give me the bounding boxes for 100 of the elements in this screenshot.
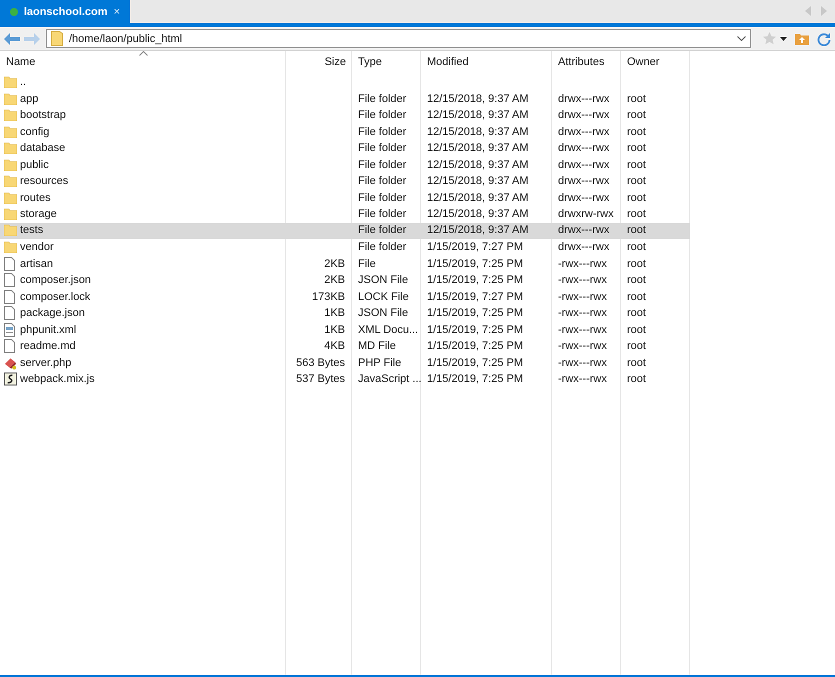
table-cell: drwx---rwx	[558, 241, 610, 254]
table-cell: 1KB	[324, 324, 345, 336]
table-cell: 1/15/2019, 7:25 PM	[427, 258, 524, 270]
table-cell: 1/15/2019, 7:25 PM	[427, 274, 524, 286]
refresh-icon[interactable]	[817, 32, 831, 46]
tab[interactable]: laonschool.com ×	[0, 0, 130, 23]
table-cell: root	[627, 208, 646, 220]
script-icon	[4, 372, 17, 386]
file-name[interactable]: package.json	[20, 307, 85, 320]
file-icon	[4, 339, 15, 354]
file-icon	[4, 306, 15, 320]
file-icon	[4, 290, 15, 304]
table-cell: 12/15/2018, 9:37 AM	[427, 175, 529, 188]
table-cell: drwx---rwx	[558, 175, 610, 188]
file-icon	[4, 256, 15, 271]
file-name[interactable]: composer.json	[20, 274, 91, 286]
file-name[interactable]: app	[20, 92, 38, 105]
table-cell: root	[627, 224, 646, 236]
table-cell: drwx---rwx	[558, 92, 610, 105]
table-cell: root	[627, 274, 646, 286]
table-cell: 12/15/2018, 9:37 AM	[427, 109, 529, 122]
file-name[interactable]: server.php	[20, 356, 72, 369]
table-cell: File folder	[358, 224, 406, 236]
file-name[interactable]: routes	[20, 192, 51, 204]
table-cell: -rwx---rwx	[558, 356, 607, 369]
table-cell: root	[627, 324, 646, 336]
table-cell: 12/15/2018, 9:37 AM	[427, 224, 529, 236]
selected-row-highlight[interactable]: tests File folder 12/15/2018, 9:37 AM drwx---rwx root	[0, 222, 690, 239]
table-cell: drwx---rwx	[558, 109, 610, 122]
table-cell: 1/15/2019, 7:25 PM	[427, 340, 524, 352]
table-cell: root	[627, 290, 646, 303]
table-cell: File folder	[358, 142, 406, 154]
column-header[interactable]: Type	[352, 56, 421, 68]
forward-icon[interactable]	[24, 32, 40, 44]
table-cell: root	[627, 142, 646, 154]
table-cell: root	[627, 192, 646, 204]
file-name[interactable]: storage	[20, 208, 57, 220]
table-cell: File	[358, 258, 376, 270]
table-cell: drwx---rwx	[558, 224, 610, 236]
table-cell: -rwx---rwx	[558, 290, 607, 303]
file-name[interactable]: vendor	[20, 241, 54, 254]
table-cell: JSON File	[358, 274, 408, 286]
dropdown-icon[interactable]	[737, 36, 746, 41]
path-text: /home/laon/public_html	[69, 32, 184, 44]
table-cell: 12/15/2018, 9:37 AM	[427, 92, 529, 105]
file-name[interactable]: database	[20, 142, 66, 154]
file-name[interactable]: public	[20, 158, 49, 171]
back-icon[interactable]	[4, 32, 20, 44]
file-name[interactable]: artisan	[20, 258, 54, 270]
file-name[interactable]: ..	[20, 76, 26, 88]
close-button[interactable]: ×	[114, 6, 120, 18]
tab-label: laonschool.com	[24, 6, 108, 18]
table-cell: 1/15/2019, 7:27 PM	[427, 290, 524, 303]
table-cell: -rwx---rwx	[558, 373, 607, 386]
file-icon	[4, 273, 15, 288]
table-cell: 12/15/2018, 9:37 AM	[427, 192, 529, 204]
file-name[interactable]: tests	[20, 224, 44, 236]
table-cell: 1/15/2019, 7:25 PM	[427, 307, 524, 320]
table-cell: root	[627, 109, 646, 122]
column-header[interactable]: Modified	[421, 56, 552, 68]
scroll-left-icon[interactable]	[805, 6, 811, 16]
column-header[interactable]: Name	[0, 56, 286, 68]
table-cell: JavaScript ...	[358, 373, 422, 386]
column-header[interactable]: Attributes	[552, 56, 621, 68]
file-name[interactable]: readme.md	[20, 340, 76, 352]
file-name[interactable]: resources	[20, 175, 68, 188]
star-icon[interactable]	[763, 32, 776, 45]
file-name[interactable]: webpack.mix.js	[20, 373, 95, 386]
table-cell: drwx---rwx	[558, 126, 610, 138]
table-cell: 173KB	[312, 290, 345, 303]
column-header[interactable]: Owner	[621, 56, 690, 68]
table-cell: JSON File	[358, 307, 408, 320]
table-cell: LOCK File	[358, 290, 409, 303]
table-cell: -rwx---rwx	[558, 324, 607, 336]
file-name[interactable]: config	[20, 126, 50, 138]
dropdown-icon[interactable]	[780, 36, 787, 40]
table-cell: root	[627, 307, 646, 320]
table-cell: -rwx---rwx	[558, 274, 607, 286]
table-cell: File folder	[358, 109, 406, 122]
table-cell: root	[627, 340, 646, 352]
table-cell: 12/15/2018, 9:37 AM	[427, 158, 529, 171]
table-cell: 12/15/2018, 9:37 AM	[427, 208, 529, 220]
file-name[interactable]: bootstrap	[20, 109, 66, 122]
table-cell: File folder	[358, 175, 406, 188]
table-cell: 4KB	[324, 340, 345, 352]
table-cell: root	[627, 158, 646, 171]
table-cell: 12/15/2018, 9:37 AM	[427, 126, 529, 138]
table-cell: -rwx---rwx	[558, 307, 607, 320]
table-cell: MD File	[358, 340, 396, 352]
table-cell: 1KB	[324, 307, 345, 320]
path-field[interactable]: /home/laon/public_html	[46, 29, 751, 48]
file-name[interactable]: phpunit.xml	[20, 324, 76, 336]
table-cell: 563 Bytes	[296, 356, 345, 369]
table-cell: File folder	[358, 241, 406, 254]
table-cell: root	[627, 373, 646, 386]
file-name[interactable]: composer.lock	[20, 290, 90, 303]
scroll-right-icon[interactable]	[821, 6, 827, 16]
table-cell: root	[627, 92, 646, 105]
column-header[interactable]: Size	[286, 56, 352, 68]
table-cell: 1/15/2019, 7:25 PM	[427, 324, 524, 336]
